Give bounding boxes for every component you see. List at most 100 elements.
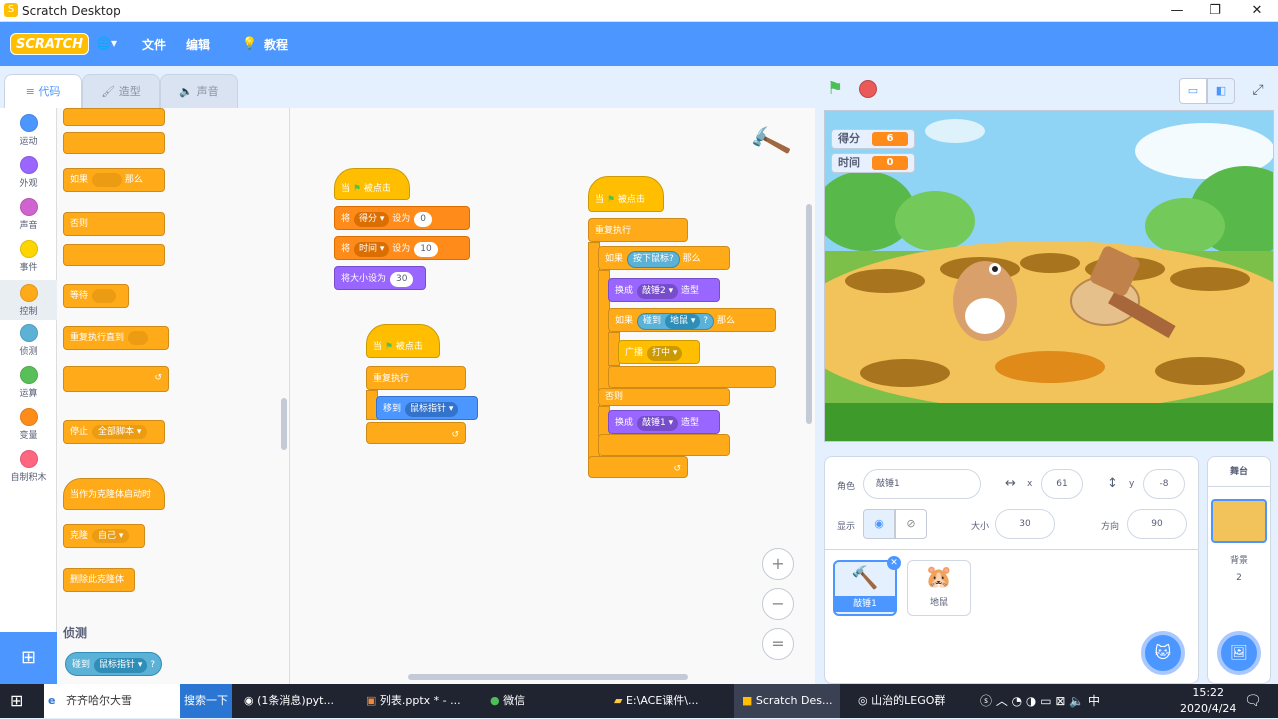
taskbar-search-box[interactable]: e 齐齐哈尔大雪 [44,684,180,718]
green-flag-button[interactable]: ⚑ [827,78,843,99]
fullscreen-button[interactable]: ⤢ [1245,78,1271,104]
scratch-logo[interactable]: SCRATCH [10,33,90,55]
category-events[interactable]: 事件 [0,240,57,273]
direction-input[interactable]: 90 [1127,509,1187,539]
taskbar-search-button[interactable]: 搜索一下 [180,684,232,718]
script-workspace[interactable]: 🔨 当 ⚑ 被点击 将得分 ▾ 设为 0 将时间 ▾ 设为 10 将大小设为 30 当… [290,108,815,684]
close-button[interactable]: ✕ [1242,1,1272,21]
notification-icon[interactable]: 🗨 [1244,684,1262,718]
if-mouse-down-block[interactable]: 如果 按下鼠标? 那么 [598,246,730,270]
speaker-icon: 🔈 [179,85,197,98]
add-extension-button[interactable]: ⊞ [0,632,57,684]
taskbar-qq-group[interactable]: ◎ 山治的LEGO群 [858,684,945,718]
add-backdrop-button[interactable]: 🖼 [1217,631,1261,675]
x-input[interactable]: 61 [1041,469,1083,499]
palette-if-then[interactable]: 如果 那么 [63,168,165,192]
broadcast-hit-block[interactable]: 广播 打中 ▾ [618,340,700,364]
edit-menu[interactable]: 编辑 [186,36,210,53]
category-operators[interactable]: 运算 [0,366,57,399]
add-sprite-button[interactable]: 🐱 [1141,631,1185,675]
if-touching-mole-block[interactable]: 如果 碰到 地鼠 ▾ ? 那么 [608,308,776,332]
workspace-scrollbar-h[interactable] [408,674,688,680]
tutorial-menu[interactable]: 教程 [264,36,288,53]
palette-delete-clone[interactable]: 删除此克隆体 [63,568,135,592]
backdrop-thumbnail[interactable] [1211,499,1267,543]
palette-block-end[interactable]: ↺ [63,366,169,392]
palette-else[interactable]: 否则 [63,212,165,236]
search-e-icon: e [48,694,56,707]
windows-start-icon[interactable]: ⊞ [10,684,23,718]
category-variables[interactable]: 变量 [0,408,57,441]
green-flag-icon: ⚑ [606,195,615,205]
tray-icons[interactable]: ⓢ ︿ ◔ ◑ ▭ ⊠ 🔈 中 [980,684,1100,718]
file-menu[interactable]: 文件 [142,36,166,53]
minimize-button[interactable]: — [1162,1,1192,21]
category-control[interactable]: 控制 [0,280,57,320]
stage-target-panel: 舞台 背景 2 🖼 [1207,456,1271,684]
goto-mouse-block[interactable]: 移到 鼠标指针 ▾ [376,396,478,420]
folder-icon: ▰ [614,694,626,707]
forever-block[interactable]: 重复执行 [588,218,688,242]
y-input[interactable]: -8 [1143,469,1185,499]
size-input[interactable]: 30 [995,509,1055,539]
tutorial-icon[interactable]: 💡 [242,36,257,50]
backdrop-label: 背景 [1229,556,1248,566]
clock[interactable]: 15:22 2020/4/24 [1180,685,1236,719]
when-flag-clicked-hat[interactable]: 当 ⚑ 被点击 [588,176,664,212]
palette-block-end[interactable] [63,244,165,266]
category-sensing[interactable]: 侦测 [0,324,57,357]
zoom-reset-button[interactable]: = [762,628,794,660]
category-motion[interactable]: 运动 [0,114,57,147]
palette-stop[interactable]: 停止 全部脚本 ▾ [63,420,165,444]
zoom-out-button[interactable]: − [762,588,794,620]
set-time-block[interactable]: 将时间 ▾ 设为 10 [334,236,470,260]
switch-costume-2-block[interactable]: 换成 敲锤2 ▾ 造型 [608,278,720,302]
palette-wait-until[interactable]: 等待 [63,284,129,308]
palette-block-end[interactable] [63,132,165,154]
category-my-blocks[interactable]: 自制积木 [0,450,57,483]
hide-eye-icon[interactable]: ⊘ [895,509,927,539]
stop-button[interactable] [859,80,877,98]
workspace-scrollbar-v[interactable] [806,204,812,424]
x-arrow-icon: ↔ [1005,476,1016,491]
maximize-button[interactable]: ❐ [1200,1,1230,21]
tab-sounds[interactable]: 🔈 声音 [160,74,238,108]
tab-costumes[interactable]: 🖌 造型 [82,74,160,108]
language-menu[interactable]: 🌐▾ [96,36,117,50]
palette-create-clone[interactable]: 克隆 自己 ▾ [63,524,145,548]
switch-costume-1-block[interactable]: 换成 敲锤1 ▾ 造型 [608,410,720,434]
category-sound[interactable]: 声音 [0,198,57,231]
taskbar-explorer[interactable]: ▰ E:\ACE课件\... [614,684,699,718]
y-arrow-icon: ↕ [1107,476,1118,491]
sprite-name-input[interactable]: 敲锤1 [863,469,981,499]
show-eye-icon[interactable]: ◉ [863,509,895,539]
palette-repeat-until[interactable]: 重复执行直到 [63,326,169,350]
tab-code[interactable]: ≡ 代码 [4,74,82,108]
palette-when-clone-starts[interactable]: 当作为克隆体启动时 [63,478,165,510]
small-stage-button[interactable]: ▭ [1179,78,1207,104]
sprite-thumb-mole[interactable]: 🐹 地鼠 [907,560,971,616]
large-stage-button[interactable]: ◧ [1207,78,1235,104]
events-dot-icon [19,240,38,258]
category-looks[interactable]: 外观 [0,156,57,189]
size-label: 大小 [971,522,990,532]
when-flag-clicked-hat[interactable]: 当 ⚑ 被点击 [366,324,440,358]
loop-arrow-icon: ↺ [451,430,459,440]
taskbar-wechat[interactable]: ● 微信 [490,684,525,718]
zoom-in-button[interactable]: + [762,548,794,580]
set-size-block[interactable]: 将大小设为 30 [334,266,426,290]
sprite-thumb-hammer[interactable]: 🔨 敲锤1 ✕ [833,556,901,616]
set-score-block[interactable]: 将得分 ▾ 设为 0 [334,206,470,230]
palette-touching[interactable]: 碰到 鼠标指针 ▾ ? [65,652,163,676]
palette-block-end[interactable] [63,108,165,126]
forever-block[interactable]: 重复执行 [366,366,466,390]
taskbar-scratch[interactable]: ■ Scratch Des... [734,684,841,718]
taskbar-chrome[interactable]: ◉ (1条消息)pyt... [244,684,334,718]
palette-scrollbar[interactable] [281,398,287,450]
taskbar-powerpoint[interactable]: ▣ 列表.pptx * - ... [366,684,461,718]
stage-panel-title: 舞台 [1208,457,1270,487]
delete-sprite-icon[interactable]: ✕ [887,556,901,570]
when-flag-clicked-hat[interactable]: 当 ⚑ 被点击 [334,168,410,200]
extension-icon: ⊞ [20,647,37,668]
stage-canvas[interactable]: 得分 6 时间 0 [824,110,1274,442]
